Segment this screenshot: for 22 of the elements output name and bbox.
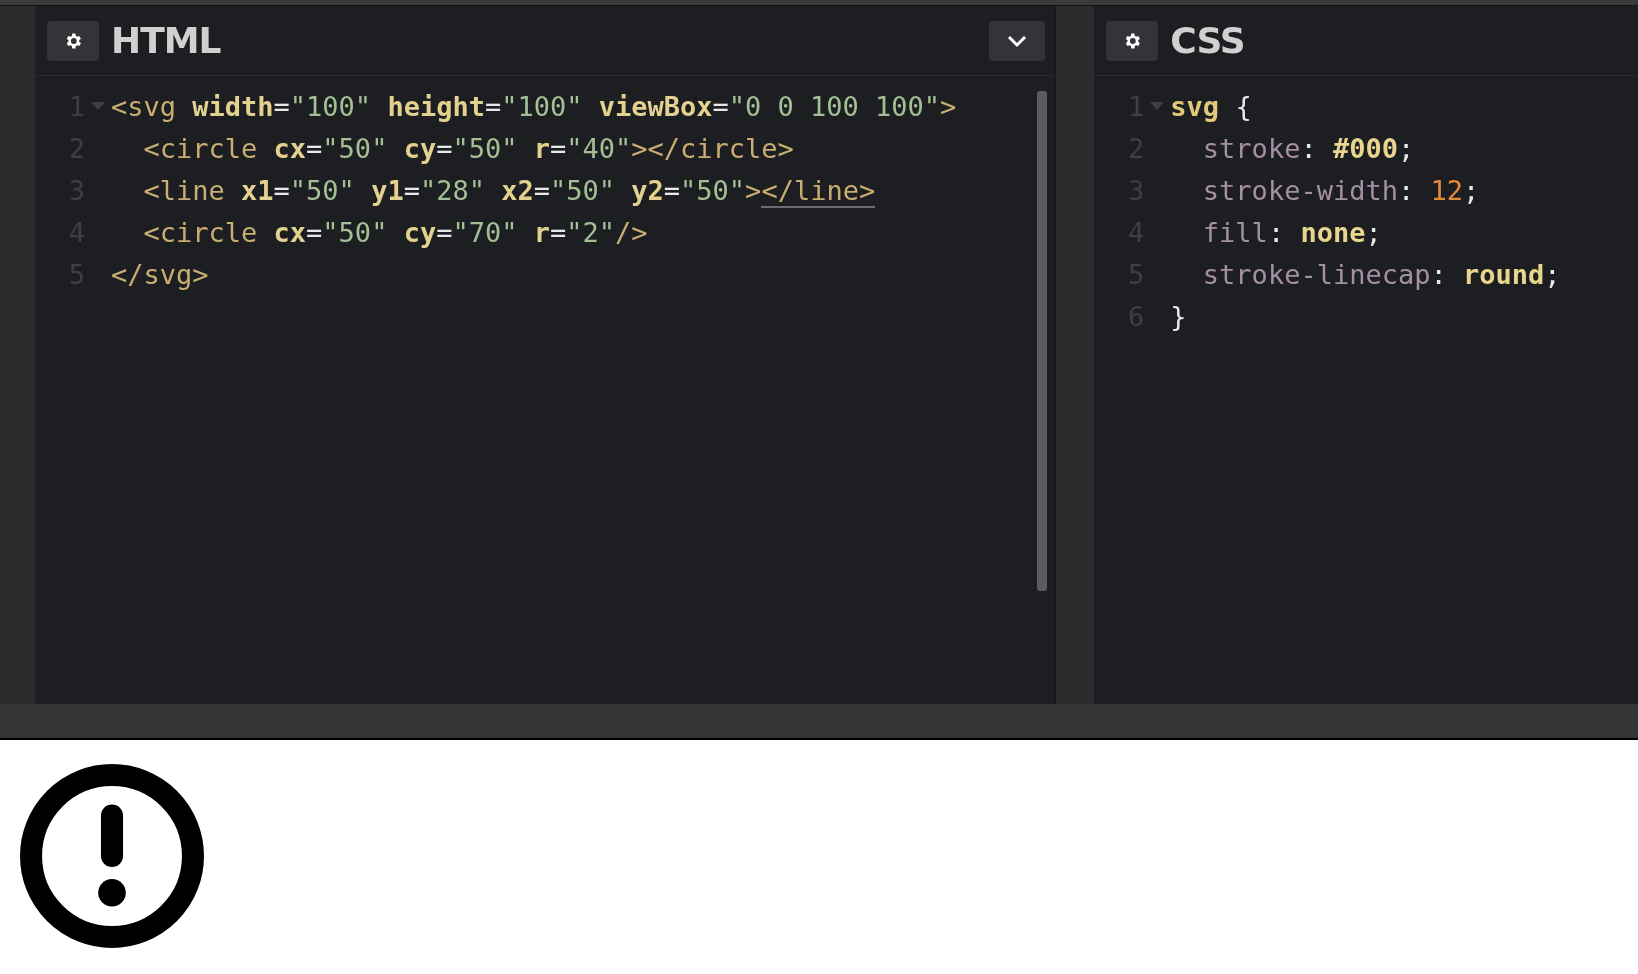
fold-caret-icon[interactable] (1150, 102, 1165, 110)
code-line: </svg> (111, 258, 209, 290)
fold-caret-icon[interactable] (91, 102, 105, 110)
exclamation-circle-icon (20, 764, 204, 948)
code-line: <circle cx="50" cy="50" r="40"></circle> (142, 132, 794, 164)
code-line: <svg width="100" height="100" viewBox="0 0 100 100"> (111, 90, 957, 122)
settings-button[interactable] (1106, 20, 1159, 61)
code-line: <line x1="50" y1="28" x2="50" y2="50"></line> (142, 174, 876, 206)
editor-title: HTML (111, 20, 221, 61)
collapse-button[interactable] (989, 20, 1046, 61)
chevron-down-icon (1006, 33, 1029, 48)
code-line: stroke: #000; (1201, 132, 1415, 164)
code-line: stroke-linecap: round; (1201, 258, 1561, 290)
code-line: <circle cx="50" cy="70" r="2"/> (142, 216, 648, 248)
code-line: } (1170, 300, 1187, 332)
code-line: stroke-width: 12; (1201, 174, 1480, 206)
preview-resize-bar[interactable] (0, 704, 1638, 740)
code-line: svg { (1170, 90, 1252, 122)
scrollbar[interactable] (1037, 91, 1048, 591)
code-line: fill: none; (1201, 216, 1382, 248)
editor-title: CSS (1170, 20, 1245, 61)
settings-button[interactable] (47, 20, 99, 61)
